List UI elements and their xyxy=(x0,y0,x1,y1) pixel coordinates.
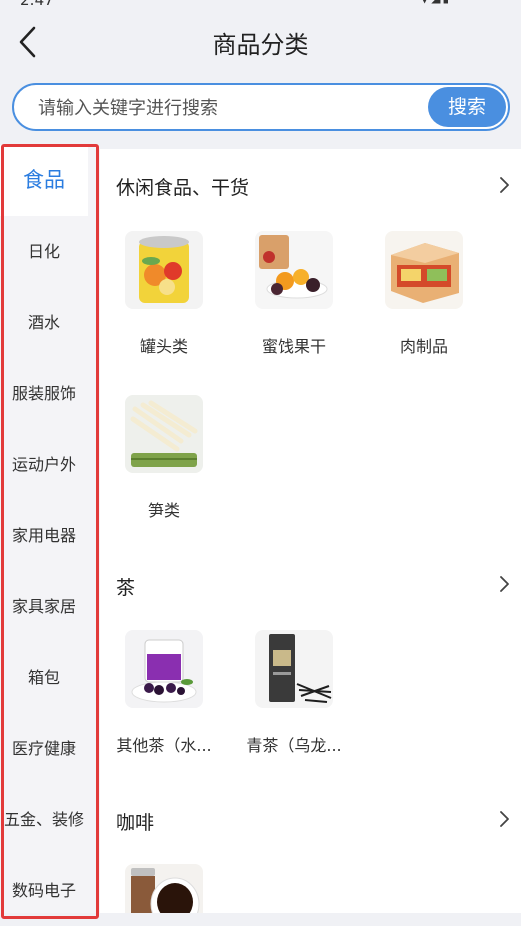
section-title-coffee: 咖啡 xyxy=(116,812,155,834)
section-title-snacks: 休闲食品、干货 xyxy=(116,177,250,199)
page-title: 商品分类 xyxy=(212,31,309,59)
subcategory-label: 其他茶（水... xyxy=(116,736,212,755)
subcategory-label: 罐头类 xyxy=(139,337,188,356)
dried-fruit-image xyxy=(255,231,333,309)
header: 商品分类 xyxy=(0,10,521,74)
subcategory-label: 蜜饯果干 xyxy=(261,337,326,356)
status-bar: 2:47 ▼◢▮ xyxy=(0,0,521,10)
sidebar-item-drinks[interactable]: 酒水 xyxy=(0,287,88,358)
sidebar-item-food[interactable]: 食品 xyxy=(0,145,88,216)
bamboo-shoot-image xyxy=(125,395,203,473)
sidebar-item-health[interactable]: 医疗健康 xyxy=(0,713,88,784)
section-more-coffee[interactable] xyxy=(497,809,511,829)
herbal-tea-image xyxy=(125,630,203,708)
category-sidebar: 食品 日化 酒水 服装服饰 运动户外 家用电器 家具家居 箱包 医疗健康 五金、… xyxy=(0,145,100,913)
search-button[interactable]: 搜索 xyxy=(428,87,506,127)
search-bar: 搜索 xyxy=(12,83,510,131)
meat-product-image xyxy=(385,231,463,309)
chevron-right-icon xyxy=(500,177,509,193)
oolong-tea-image xyxy=(255,630,333,708)
chevron-right-icon xyxy=(500,576,509,592)
section-more-tea[interactable] xyxy=(497,574,511,594)
sidebar-item-furniture[interactable]: 家具家居 xyxy=(0,571,88,642)
sidebar-item-daily-chemicals[interactable]: 日化 xyxy=(0,216,88,287)
sidebar-item-digital[interactable]: 数码电子 xyxy=(0,855,88,926)
subcategory-label: 肉制品 xyxy=(399,337,448,356)
sidebar-item-appliances[interactable]: 家用电器 xyxy=(0,500,88,571)
section-title-tea: 茶 xyxy=(116,577,136,599)
coffee-image xyxy=(125,864,203,913)
canned-food-image xyxy=(125,231,203,309)
subcategory-label: 青茶（乌龙... xyxy=(246,736,342,755)
sidebar-item-hardware[interactable]: 五金、装修 xyxy=(0,784,88,855)
sidebar-item-outdoor[interactable]: 运动户外 xyxy=(0,429,88,500)
subcategory-label: 笋类 xyxy=(147,501,180,520)
sidebar-item-clothing[interactable]: 服装服饰 xyxy=(0,358,88,429)
sidebar-item-bags[interactable]: 箱包 xyxy=(0,642,88,713)
category-content: 休闲食品、干货 罐头类 蜜饯果干 肉制品 笋类 茶 其他茶（水... 青茶（乌龙… xyxy=(100,149,521,913)
status-time: 2:47 xyxy=(20,0,54,9)
search-input[interactable] xyxy=(36,94,420,122)
status-icons: ▼◢▮ xyxy=(420,0,451,5)
chevron-right-icon xyxy=(500,811,509,827)
section-more-snacks[interactable] xyxy=(497,175,511,195)
